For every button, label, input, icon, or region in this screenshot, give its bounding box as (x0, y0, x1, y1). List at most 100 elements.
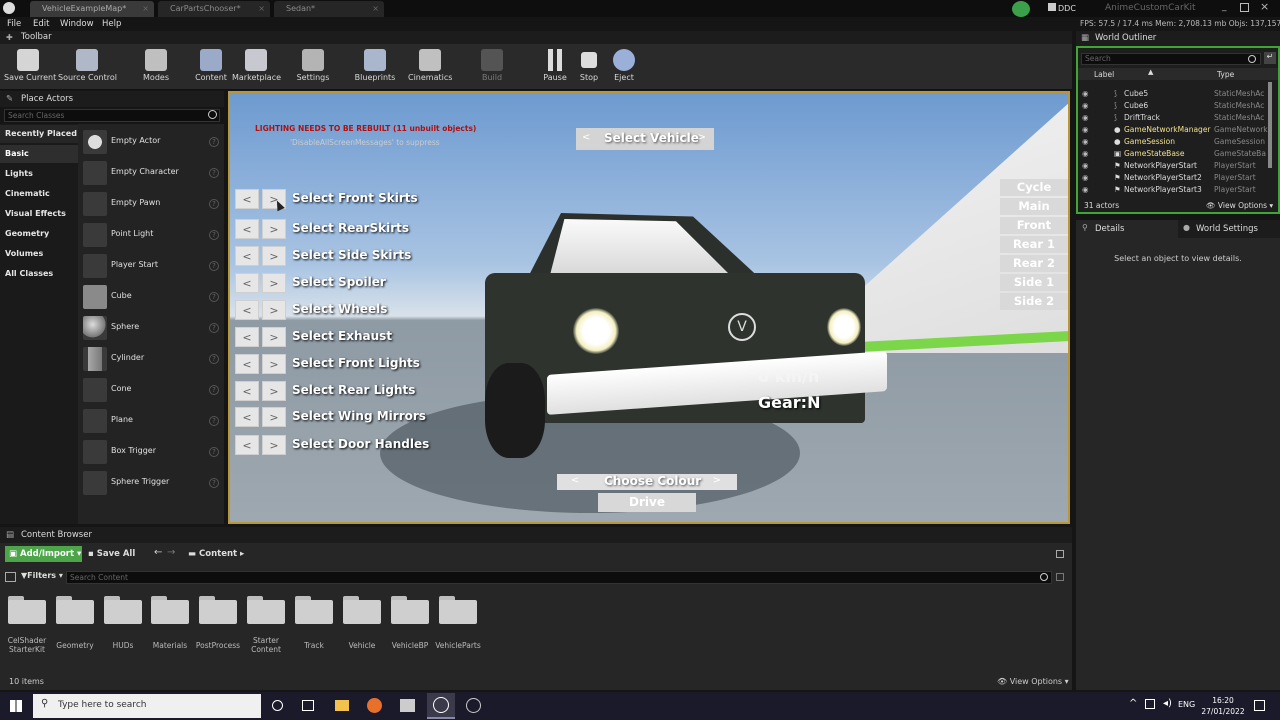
volume-icon[interactable]: ◂) (1163, 698, 1172, 709)
close-window-icon[interactable]: × (1260, 0, 1274, 14)
folder-postprocess[interactable] (199, 596, 237, 624)
outliner-row[interactable]: ◉ ● GameNetworkManager GameNetwork (1078, 124, 1268, 136)
ddc-indicator[interactable]: DDC (1048, 0, 1076, 17)
next-front-lights-button[interactable]: > (262, 354, 286, 374)
source-control-button[interactable]: Source Control (58, 44, 117, 90)
help-icon[interactable]: ? (209, 416, 219, 426)
camera-main-button[interactable]: Main (1000, 198, 1068, 215)
settings-button[interactable]: Settings (295, 44, 331, 90)
next-colour-button[interactable]: > (713, 475, 721, 486)
menu-edit[interactable]: Edit (33, 17, 49, 31)
language-indicator[interactable]: ENG (1178, 700, 1195, 709)
close-icon[interactable]: × (372, 1, 379, 17)
outliner-settings-icon[interactable]: ↵ (1264, 52, 1276, 64)
outliner-row[interactable]: ◉ ▣ GameStateBase GameStateBa (1078, 148, 1268, 160)
help-icon[interactable]: ? (209, 199, 219, 209)
eject-button[interactable]: Eject (610, 44, 638, 90)
stop-button[interactable]: Stop (576, 44, 602, 90)
help-icon[interactable]: ? (209, 478, 219, 488)
firefox-icon[interactable] (367, 698, 382, 713)
prev-door-handles-button[interactable]: < (235, 435, 259, 455)
tab-car-parts-chooser[interactable]: CarPartsChooser* × (158, 1, 270, 17)
tab-vehicle-example-map[interactable]: VehicleExampleMap* × (30, 1, 154, 17)
content-settings-icon[interactable] (1056, 573, 1064, 581)
prev-side-skirts-button[interactable]: < (235, 246, 259, 266)
help-icon[interactable]: ? (209, 168, 219, 178)
outliner-row[interactable]: ◉ ⟆ Cube6 StaticMeshAc (1078, 100, 1268, 112)
show-hidden-icons-icon[interactable]: ^ (1129, 698, 1137, 709)
outliner-row[interactable]: ◉ ⚑ NetworkPlayerStart PlayerStart (1078, 160, 1268, 172)
cycle-view-button[interactable]: Cycle View (1000, 179, 1068, 211)
search-icon[interactable] (1040, 573, 1048, 581)
outliner-row[interactable]: ◉ ● GameSession GameSession (1078, 136, 1268, 148)
category-visual-effects[interactable]: Visual Effects (0, 205, 78, 223)
search-icon[interactable] (1248, 55, 1256, 63)
actor-item-point-light[interactable]: Point Light? (83, 221, 221, 249)
outliner-search-input[interactable]: Search (1081, 53, 1261, 65)
category-volumes[interactable]: Volumes (0, 245, 78, 263)
marketplace-button[interactable]: Marketplace (232, 44, 281, 90)
actor-item-cylinder[interactable]: Cylinder? (83, 345, 221, 373)
prev-wheels-button[interactable]: < (235, 300, 259, 320)
windows-start-icon[interactable] (10, 700, 22, 712)
taskbar-clock[interactable]: 16:20 27/01/2022 (1198, 695, 1248, 717)
visibility-eye-icon[interactable]: ◉ (1082, 160, 1089, 172)
pause-button[interactable]: Pause (540, 44, 570, 90)
actor-item-box-trigger[interactable]: Box Trigger? (83, 438, 221, 466)
visibility-eye-icon[interactable]: ◉ (1082, 88, 1089, 100)
outliner-row[interactable]: ◉ ⚑ NetworkPlayerStart3 PlayerStart (1078, 184, 1268, 196)
next-side-skirts-button[interactable]: > (262, 246, 286, 266)
actor-item-sphere-trigger[interactable]: Sphere Trigger? (83, 469, 221, 497)
next-exhaust-button[interactable]: > (262, 327, 286, 347)
next-rear-lights-button[interactable]: > (262, 381, 286, 401)
visibility-eye-icon[interactable]: ◉ (1082, 148, 1089, 160)
folder-vehicle[interactable] (343, 596, 381, 624)
notifications-icon[interactable] (1254, 700, 1265, 711)
category-lights[interactable]: Lights (0, 165, 78, 183)
epic-launcher-icon[interactable] (466, 698, 481, 713)
column-label[interactable]: Label (1094, 70, 1114, 79)
view-options-button[interactable]: 👁 View Options ▾ (1206, 201, 1273, 210)
next-vehicle-button[interactable]: > (698, 132, 706, 143)
app-icon[interactable] (400, 699, 415, 712)
close-icon[interactable]: × (142, 1, 149, 17)
help-icon[interactable]: ? (209, 323, 219, 333)
tab-details[interactable]: ⚲ Details (1076, 220, 1178, 238)
visibility-eye-icon[interactable]: ◉ (1082, 112, 1089, 124)
next-wing-mirrors-button[interactable]: > (262, 407, 286, 427)
modes-button[interactable]: Modes (138, 44, 174, 90)
visibility-eye-icon[interactable]: ◉ (1082, 136, 1089, 148)
folder-materials[interactable] (151, 596, 189, 624)
level-viewport[interactable]: V LIGHTING NEEDS TO BE REBUILT (11 unbui… (228, 91, 1070, 524)
help-icon[interactable]: ? (209, 447, 219, 457)
folder-starter-content[interactable] (247, 596, 285, 624)
help-icon[interactable]: ? (209, 385, 219, 395)
minimize-icon[interactable]: _ (1222, 2, 1234, 14)
menu-help[interactable]: Help (102, 17, 121, 31)
prev-front-lights-button[interactable]: < (235, 354, 259, 374)
network-icon[interactable] (1145, 699, 1155, 709)
cortana-icon[interactable] (272, 700, 283, 711)
tab-sedan[interactable]: Sedan* × (274, 1, 384, 17)
sources-panel-icon[interactable] (5, 572, 16, 582)
visibility-eye-icon[interactable]: ◉ (1082, 124, 1089, 136)
search-icon[interactable] (208, 110, 217, 119)
back-arrow-icon[interactable]: ← (154, 547, 162, 558)
category-geometry[interactable]: Geometry (0, 225, 78, 243)
view-options-button[interactable]: 👁 View Options ▾ (997, 677, 1069, 686)
prev-rear-lights-button[interactable]: < (235, 381, 259, 401)
category-recently-placed[interactable]: Recently Placed (0, 125, 78, 143)
prev-colour-button[interactable]: < (571, 475, 579, 486)
help-icon[interactable]: ? (209, 137, 219, 147)
folder-celshader-starterkit[interactable] (8, 596, 46, 624)
content-button[interactable]: Content (193, 44, 229, 90)
build-button[interactable]: Build (478, 44, 506, 90)
task-view-icon[interactable] (302, 700, 314, 711)
folder-geometry[interactable] (56, 596, 94, 624)
next-wheels-button[interactable]: > (262, 300, 286, 320)
help-icon[interactable]: ? (209, 292, 219, 302)
help-icon[interactable]: ? (209, 354, 219, 364)
outliner-row[interactable]: ◉ ⚑ NetworkPlayerStart2 PlayerStart (1078, 172, 1268, 184)
maximize-icon[interactable] (1240, 3, 1249, 12)
folder-vehiclebp[interactable] (391, 596, 429, 624)
